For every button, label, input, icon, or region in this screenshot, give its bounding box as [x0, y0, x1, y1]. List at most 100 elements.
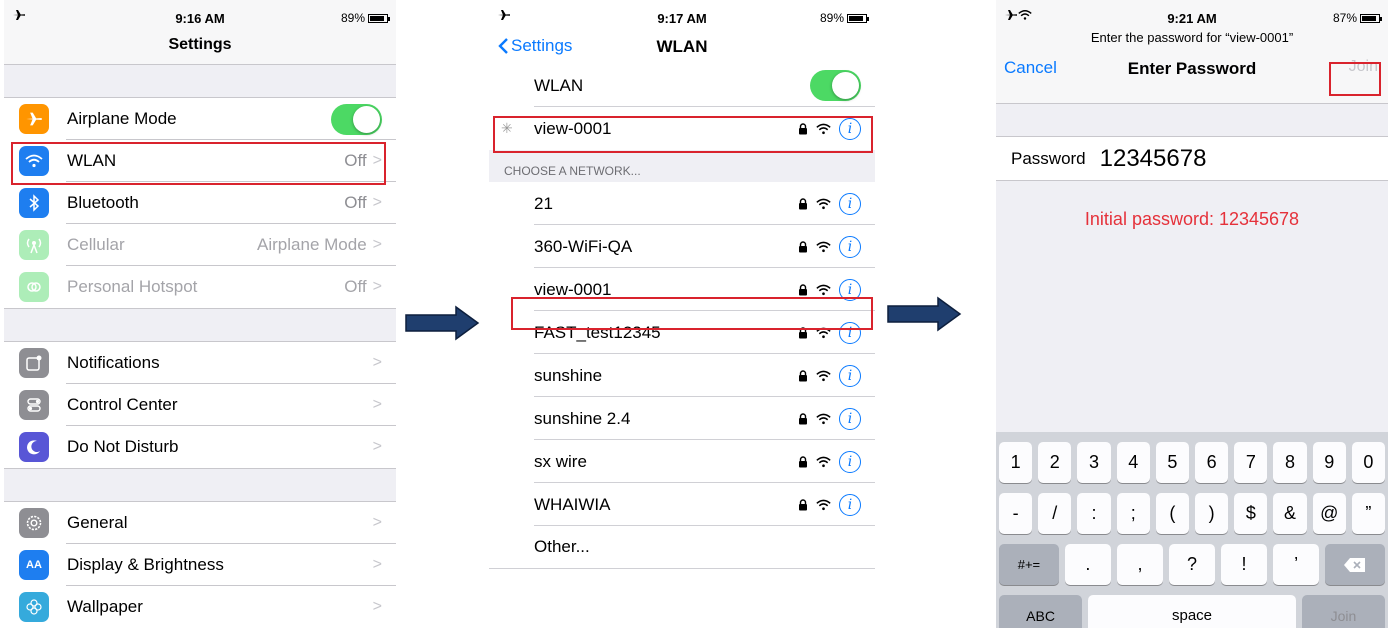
settings-item-value: Off [344, 193, 367, 212]
text-size-icon: AA [19, 550, 49, 580]
status-time: 9:16 AM [175, 11, 225, 26]
wifi-signal-icon [816, 241, 831, 252]
network-row-other[interactable]: Other... [489, 526, 875, 569]
settings-item-label: Personal Hotspot [67, 277, 198, 296]
wlan-toggle[interactable] [810, 70, 861, 101]
settings-item-cellular[interactable]: Cellular Airplane Mode > [4, 224, 396, 266]
info-icon[interactable]: i [839, 192, 861, 215]
settings-item-notifications[interactable]: Notifications > [4, 342, 396, 384]
airplane-icon [19, 104, 49, 134]
key-question[interactable]: ? [1168, 544, 1216, 585]
info-icon[interactable]: i [839, 407, 861, 430]
keyboard-key[interactable]: ( [1155, 493, 1190, 534]
keyboard-key[interactable]: @ [1312, 493, 1346, 534]
status-bar: 9:16 AM 89% [4, 0, 396, 34]
info-icon[interactable]: i [839, 493, 861, 516]
keyboard-key[interactable]: 7 [1234, 442, 1268, 483]
arrow-right-icon [405, 305, 480, 341]
key-space[interactable]: space [1088, 595, 1296, 628]
wifi-signal-icon [816, 456, 831, 467]
lock-icon [799, 240, 807, 252]
settings-item-value: Airplane Mode [257, 235, 367, 254]
battery-fill [1362, 15, 1376, 21]
notifications-icon [19, 348, 49, 378]
enter-password-screen: 9:21 AM 87% Enter the password for “view… [996, 0, 1388, 628]
keyboard-key[interactable]: 3 [1077, 442, 1111, 483]
status-time: 9:17 AM [657, 11, 707, 26]
network-row[interactable]: sunshine i [489, 354, 875, 397]
keyboard-key[interactable]: & [1273, 493, 1307, 534]
network-name: 21 [534, 193, 553, 213]
settings-screen: 9:16 AM 89% Settings Airplane Mode WLAN … [4, 0, 396, 628]
network-row[interactable]: WHAIWIA i [489, 483, 875, 526]
key-join[interactable]: Join [1301, 595, 1385, 628]
settings-item-label: Cellular [67, 235, 125, 254]
wlan-label: WLAN [534, 75, 584, 95]
airplane-mode-toggle[interactable] [331, 103, 382, 135]
lock-icon [799, 455, 807, 467]
chevron-right-icon: > [372, 236, 382, 253]
lock-icon [799, 498, 807, 510]
network-status: i [798, 493, 861, 516]
keyboard-key[interactable]: ) [1195, 493, 1229, 534]
battery-indicator: 87% [1333, 11, 1382, 25]
page-title: WLAN [656, 37, 708, 56]
settings-item-airplane-mode[interactable]: Airplane Mode [4, 98, 396, 140]
settings-item-label: Bluetooth [67, 193, 139, 212]
password-input[interactable]: 12345678 [1100, 145, 1207, 173]
battery-icon [368, 13, 390, 23]
wlan-navbar: Settings WLAN [489, 30, 875, 64]
battery-fill [849, 15, 864, 21]
settings-item-display-brightness[interactable]: AA Display & Brightness > [4, 544, 396, 586]
network-status: i [798, 450, 861, 473]
key-more-symbols[interactable]: #+= [999, 544, 1059, 585]
battery-indicator: 89% [341, 11, 390, 25]
keyboard-key[interactable]: $ [1234, 493, 1268, 534]
keyboard-key[interactable]: : [1077, 493, 1111, 534]
chevron-right-icon: > [372, 514, 382, 531]
keyboard-key[interactable]: / [1038, 493, 1072, 534]
keyboard-key[interactable]: 6 [1195, 442, 1229, 483]
settings-item-label: General [67, 513, 128, 532]
wlan-screen: 9:17 AM 89% Settings WLAN WLAN ✳ view-00… [489, 0, 875, 628]
settings-item-general[interactable]: General > [4, 502, 396, 544]
network-row[interactable]: 21 i [489, 182, 875, 225]
key-apostrophe[interactable]: ’ [1273, 544, 1320, 585]
info-icon[interactable]: i [839, 364, 861, 387]
settings-item-wallpaper[interactable]: Wallpaper > [4, 586, 396, 628]
chevron-right-icon: > [372, 438, 382, 455]
network-status: i [798, 235, 861, 258]
key-exclaim[interactable]: ! [1221, 544, 1268, 585]
keyboard-row-symbols: - /:;() $ & @” [996, 493, 1388, 534]
keyboard-key[interactable]: 8 [1273, 442, 1307, 483]
keyboard-key[interactable]: ; [1116, 493, 1150, 534]
key-period[interactable]: . [1064, 544, 1111, 585]
settings-item-personal-hotspot[interactable]: Personal Hotspot Off > [4, 266, 396, 308]
keyboard-key[interactable]: 4 [1116, 442, 1150, 483]
network-row[interactable]: sunshine 2.4 i [489, 397, 875, 440]
network-row[interactable]: 360-WiFi-QA i [489, 225, 875, 268]
settings-item-do-not-disturb[interactable]: Do Not Disturb > [4, 426, 396, 468]
key-comma[interactable]: , [1116, 544, 1163, 585]
settings-item-bluetooth[interactable]: Bluetooth Off > [4, 182, 396, 224]
section-header: CHOOSE A NETWORK... [489, 150, 875, 182]
switches-icon [19, 390, 49, 420]
keyboard-key[interactable]: 5 [1155, 442, 1190, 483]
keyboard-key[interactable]: 0 [1351, 442, 1386, 483]
backspace-key[interactable] [1325, 544, 1385, 585]
password-field-row[interactable]: Password 12345678 [996, 136, 1388, 181]
info-icon[interactable]: i [839, 235, 861, 258]
info-icon[interactable]: i [839, 450, 861, 473]
connecting-highlight-box [493, 116, 873, 153]
wifi-signal-icon [816, 370, 831, 381]
keyboard-key[interactable]: - [999, 493, 1033, 534]
network-status: i [798, 407, 861, 430]
keyboard-key[interactable]: ” [1351, 493, 1386, 534]
key-abc[interactable]: ABC [999, 595, 1083, 628]
network-row[interactable]: sx wire i [489, 440, 875, 483]
settings-item-label: Notifications [67, 353, 160, 372]
keyboard-key[interactable]: 2 [1038, 442, 1072, 483]
keyboard-key[interactable]: 9 [1312, 442, 1346, 483]
keyboard-key[interactable]: 1 [999, 442, 1033, 483]
settings-item-control-center[interactable]: Control Center > [4, 384, 396, 426]
